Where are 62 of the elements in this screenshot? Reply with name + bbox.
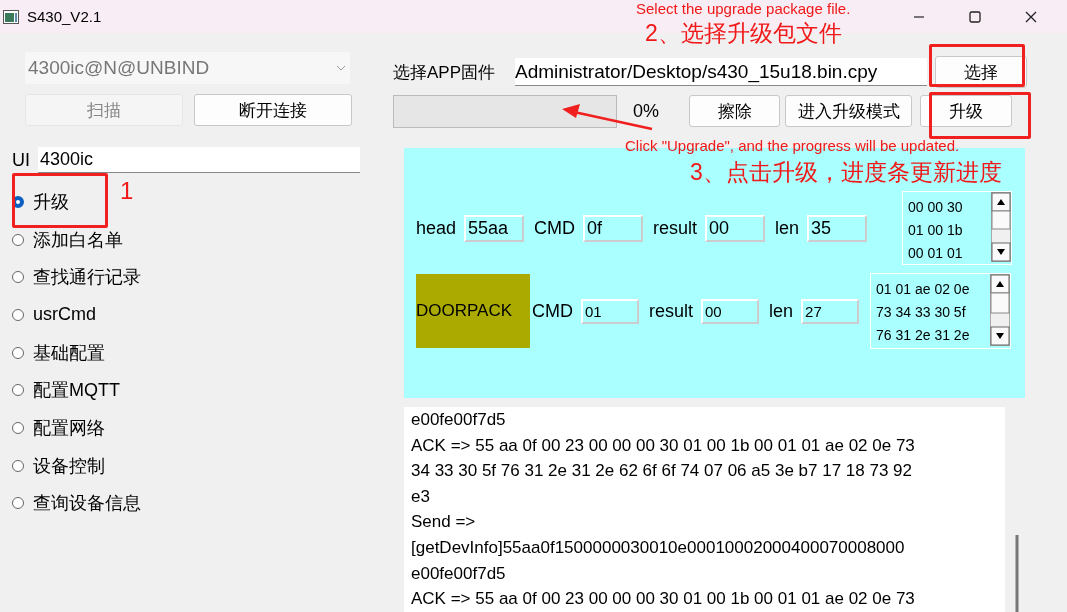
log-line: 34 33 30 5f 76 31 2e 31 2e 62 6f 6f 74 07 06 a5 3e b7 17 18 73 92 <box>411 460 913 483</box>
annotation-text: 2、选择升级包文件 <box>645 19 842 48</box>
scrollbar-drawing[interactable] <box>990 274 1010 346</box>
data-line: 00 00 30 <box>908 198 964 217</box>
annotation-text: 3、点击升级，进度条更新进度 <box>690 158 1002 187</box>
log-line: e3 <box>411 485 431 508</box>
close-icon[interactable] <box>1025 10 1037 23</box>
disconnect-button[interactable]: 断开连接 <box>194 94 352 126</box>
radio-label[interactable]: 配置MQTT <box>33 378 120 403</box>
radio-label[interactable]: 查询设备信息 <box>33 491 141 516</box>
data-line: 76 31 2e 31 2e <box>876 326 971 345</box>
field-label: result <box>649 300 693 322</box>
progress-percent: 0% <box>633 100 660 122</box>
packet-field[interactable]: 00 <box>705 214 766 242</box>
field-label: CMD <box>532 300 573 322</box>
data-line: 01 00 1b <box>908 221 964 240</box>
window-title: S430_V2.1 <box>27 8 102 25</box>
log-line: [getDevInfo]55aa0f1500000030010e00010002000400070008000 <box>411 536 906 559</box>
device-dropdown[interactable]: 4300ic@N@UNBIND <box>25 52 350 84</box>
upgrade-button[interactable]: 升级 <box>920 95 1012 127</box>
data-list[interactable]: 01 01 ae 02 0e 73 34 33 30 5f 76 31 2e 31 2e <box>870 273 1011 349</box>
radio-label[interactable]: 升级 <box>33 189 69 214</box>
maximize-icon[interactable] <box>969 10 981 23</box>
radio-label[interactable]: 设备控制 <box>33 453 105 478</box>
packet-field[interactable]: 35 <box>807 214 868 242</box>
packet-field[interactable]: 55aa <box>464 214 525 242</box>
annotation-text: Click "Upgrade", and the progress will be updated. <box>625 137 960 154</box>
field-label: len <box>775 217 800 239</box>
data-line: 73 34 33 30 5f <box>876 303 967 322</box>
doorpack-field[interactable]: 01 <box>581 298 639 324</box>
firmware-path-field[interactable]: Administrator/Desktop/s430_15u18.bin.cpy <box>515 58 927 86</box>
field-label: CMD <box>534 217 576 239</box>
radio-label[interactable]: 基础配置 <box>33 340 105 365</box>
data-line: 00 01 01 <box>908 244 964 263</box>
field-label: head <box>416 217 457 239</box>
field-label: result <box>653 217 698 239</box>
radio-label[interactable]: 添加白名单 <box>33 227 123 252</box>
log-line: e00fe00f7d5 <box>411 409 507 431</box>
doorpack-field[interactable]: 00 <box>701 298 759 324</box>
scrollbar-drawing[interactable] <box>991 192 1011 262</box>
ui-input[interactable]: 4300ic <box>38 147 360 173</box>
log-line: e00fe00f7d5 <box>411 562 507 585</box>
doorpack-field[interactable]: 27 <box>801 298 860 324</box>
app-icon <box>3 9 19 24</box>
log-line: Send => <box>411 511 477 534</box>
data-list[interactable]: 00 00 30 01 00 1b 00 01 01 <box>902 191 1012 265</box>
packet-field[interactable]: 0f <box>583 214 644 242</box>
radio-label[interactable]: 配置网络 <box>33 415 105 440</box>
doorpack-label: DOORPACK <box>416 274 530 348</box>
firmware-label: 选择APP固件 <box>393 61 497 84</box>
upgrade-mode-button[interactable]: 进入升级模式 <box>785 95 912 127</box>
chevron-icon <box>336 65 346 71</box>
radio-label[interactable]: 查找通行记录 <box>33 265 141 290</box>
log-line: ACK => 55 aa 0f 00 23 00 00 00 30 01 00 1b 00 01 01 ae 02 0e 73 <box>411 588 916 611</box>
annotation-number: 1 <box>120 177 134 205</box>
log-line: ACK => 55 aa 0f 00 23 00 00 00 30 01 00 1b 00 01 01 ae 02 0e 73 <box>411 434 916 457</box>
data-line: 01 01 ae 02 0e <box>876 280 971 299</box>
ui-label: UI <box>12 149 30 171</box>
annotation-text: Select the upgrade package file. <box>636 0 851 17</box>
erase-button[interactable]: 擦除 <box>689 95 780 127</box>
radio-label[interactable]: usrCmd <box>33 304 96 326</box>
field-label: len <box>769 300 794 322</box>
